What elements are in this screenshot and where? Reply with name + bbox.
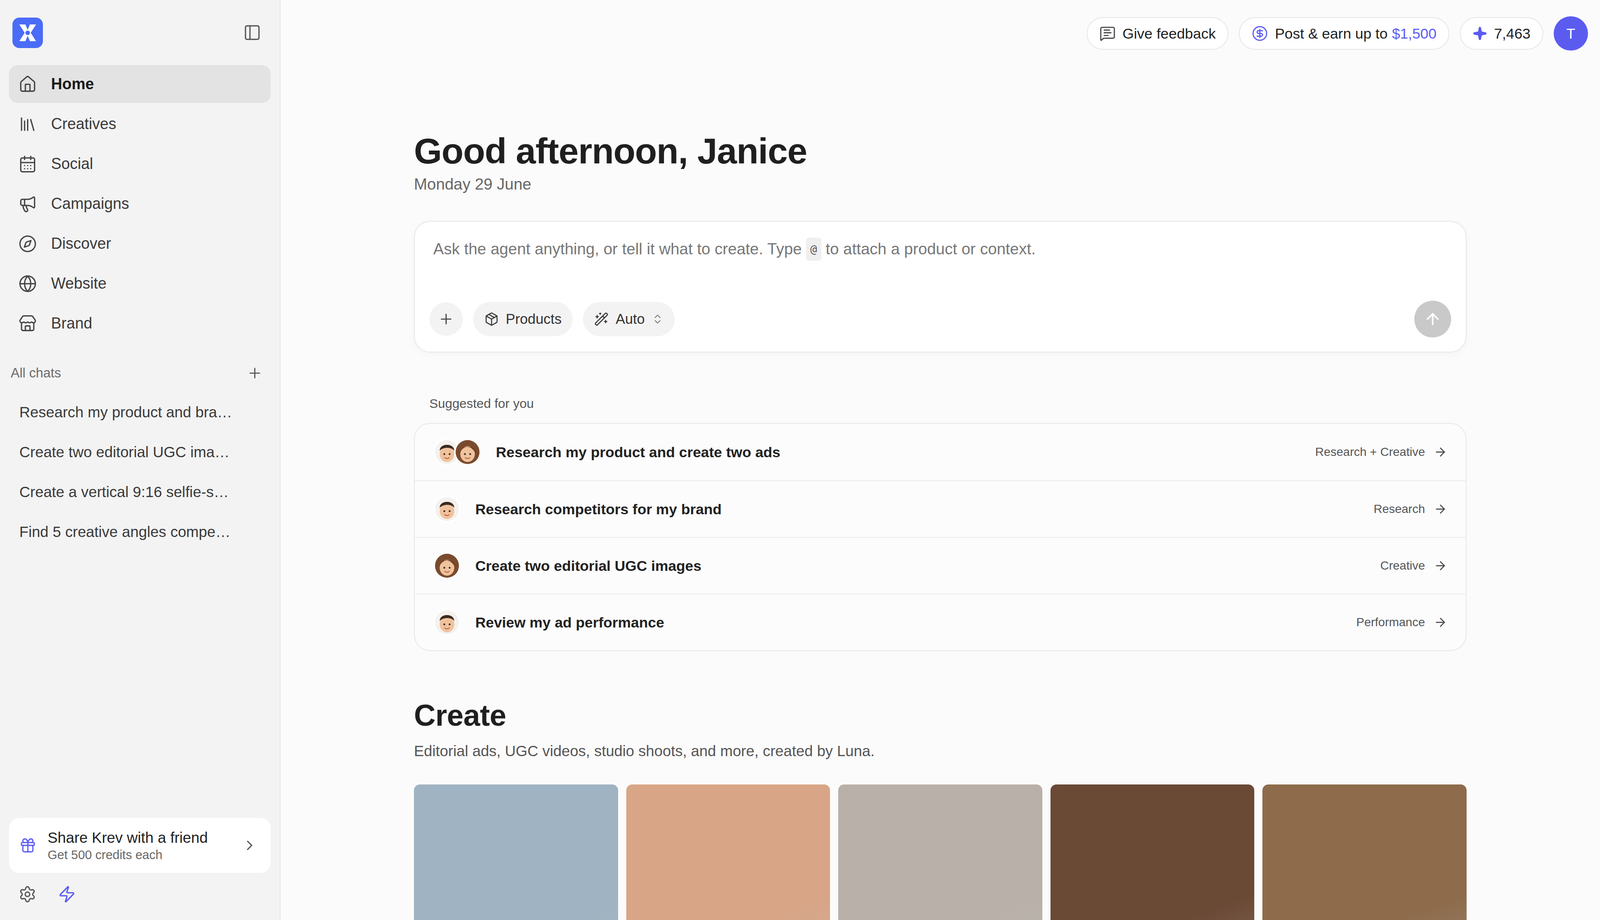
create-tile[interactable] (413, 784, 619, 920)
create-tile[interactable] (626, 784, 831, 920)
man-avatar-icon (433, 495, 461, 523)
create-tile[interactable] (1262, 784, 1467, 920)
arrow-right-icon (1433, 615, 1448, 630)
avatar-stack (433, 609, 461, 636)
prompt-input[interactable]: Ask the agent anything, or tell it what … (429, 237, 1452, 261)
create-tile[interactable] (838, 784, 1043, 920)
create-subtitle: Editorial ads, UGC videos, studio shoots… (413, 741, 1467, 761)
nav-icon (18, 114, 37, 134)
chat-item[interactable]: Create two editorial UGC ima… (9, 433, 271, 471)
prompt-box[interactable]: Ask the agent anything, or tell it what … (413, 220, 1467, 353)
share-card[interactable]: Share Krev with a friendGet 500 credits … (9, 818, 271, 873)
greeting: Good afternoon, Janice (413, 129, 1467, 173)
wand-icon (594, 311, 609, 327)
plus-icon (437, 310, 455, 328)
avatar-stack (433, 552, 461, 580)
sidebar: HomeCreativesSocialCampaignsDiscoverWebs… (0, 0, 281, 920)
nav-item[interactable]: Brand (9, 304, 271, 343)
upgrade-button[interactable] (57, 885, 76, 904)
chevrons-icon (651, 313, 664, 326)
suggested-tag: Research + Creative (1315, 445, 1448, 459)
sidebar-nav: HomeCreativesSocialCampaignsDiscoverWebs… (9, 65, 271, 343)
nav-icon (18, 75, 37, 94)
nav-icon (18, 234, 37, 254)
create-tile[interactable] (1050, 784, 1255, 920)
share-subtitle: Get 500 credits each (47, 848, 231, 863)
suggested-title: Review my ad performance (475, 614, 1342, 631)
nav-item[interactable]: Website (9, 264, 271, 303)
chat-list: Research my product and bra…Create two e… (9, 393, 271, 551)
sparkle-icon (1472, 26, 1488, 41)
panel-left-icon (243, 23, 262, 42)
nav-item[interactable]: Campaigns (9, 184, 271, 223)
suggested-row[interactable]: Research my product and create two ads Re… (414, 423, 1466, 481)
nav-item[interactable]: Home (9, 65, 271, 103)
dollar-icon (1251, 25, 1268, 42)
suggested-row[interactable]: Review my ad performance Performance (414, 593, 1466, 651)
suggested-title: Research competitors for my brand (475, 501, 1359, 518)
nav-item[interactable]: Discover (9, 224, 271, 263)
top-bar: Give feedback Post & earn up to$1,500 7,46… (280, 0, 1600, 51)
prompt-option-button[interactable]: Products (473, 301, 573, 337)
chat-item[interactable]: Research my product and bra… (9, 393, 271, 432)
chat-item[interactable]: Create a vertical 9:16 selfie-s… (9, 473, 271, 511)
suggested-title: Research my product and create two ads (495, 443, 1301, 461)
arrow-up-icon (1423, 310, 1442, 329)
prompt-option-button[interactable]: Auto (582, 301, 675, 337)
lightning-icon (57, 885, 76, 904)
feedback-icon (1099, 25, 1116, 42)
nav-icon (18, 154, 37, 174)
avatar-stack (433, 495, 461, 523)
sidebar-header (9, 8, 271, 57)
arrow-right-icon (1433, 445, 1448, 459)
settings-button[interactable] (18, 885, 37, 904)
send-button[interactable] (1414, 300, 1452, 338)
suggested-label: Suggested for you (413, 395, 1467, 413)
attach-button[interactable] (429, 302, 463, 336)
nav-icon (18, 274, 37, 293)
date: Monday 29 June (413, 174, 1467, 195)
chat-item[interactable]: Find 5 creative angles compe… (9, 513, 271, 551)
suggested-title: Create two editorial UGC images (475, 557, 1366, 575)
create-title: Create (413, 697, 1467, 734)
feedback-button[interactable]: Give feedback (1086, 17, 1229, 50)
gift-icon (19, 836, 37, 855)
suggested-tag: Creative (1380, 558, 1448, 573)
key-chip: @ (806, 237, 822, 261)
krev-logo-icon[interactable] (12, 17, 43, 49)
chats-header: All chats (9, 360, 271, 387)
avatar-stack (433, 438, 481, 466)
suggested-row[interactable]: Research competitors for my brand Researc… (414, 480, 1466, 538)
woman-avatar-icon (433, 552, 461, 580)
chevron-right-icon (241, 837, 258, 854)
content: Good afternoon, JaniceMonday 29 June Ask … (413, 129, 1467, 920)
arrow-right-icon (1433, 558, 1448, 573)
nav-icon (18, 314, 37, 333)
share-title: Share Krev with a friend (47, 829, 231, 847)
main: Give feedback Post & earn up to$1,500 7,46… (280, 0, 1600, 920)
nav-item[interactable]: Creatives (9, 105, 271, 143)
nav-icon (18, 194, 37, 214)
gear-icon (18, 885, 37, 904)
box-icon (484, 311, 499, 327)
app: HomeCreativesSocialCampaignsDiscoverWebs… (0, 0, 1600, 920)
suggested-tag: Performance (1356, 615, 1448, 630)
new-chat-button[interactable] (246, 365, 263, 382)
woman-avatar-icon (454, 438, 481, 466)
suggested-tag: Research (1373, 502, 1448, 517)
suggested-row[interactable]: Create two editorial UGC images Creative (414, 537, 1466, 594)
create-gallery (413, 784, 1467, 920)
arrow-right-icon (1433, 502, 1448, 517)
plus-icon (246, 365, 263, 382)
credits-button[interactable]: 7,463 (1459, 17, 1544, 50)
user-avatar[interactable]: T (1553, 16, 1588, 51)
sidebar-footer (9, 872, 271, 916)
suggested-list: Research my product and create two ads Re… (413, 422, 1467, 652)
man-avatar-icon (433, 609, 461, 636)
earn-button[interactable]: Post & earn up to$1,500 (1238, 17, 1450, 50)
nav-item[interactable]: Social (9, 144, 271, 183)
collapse-button[interactable] (243, 23, 262, 42)
prompt-toolbar: ProductsAuto (429, 300, 1452, 338)
